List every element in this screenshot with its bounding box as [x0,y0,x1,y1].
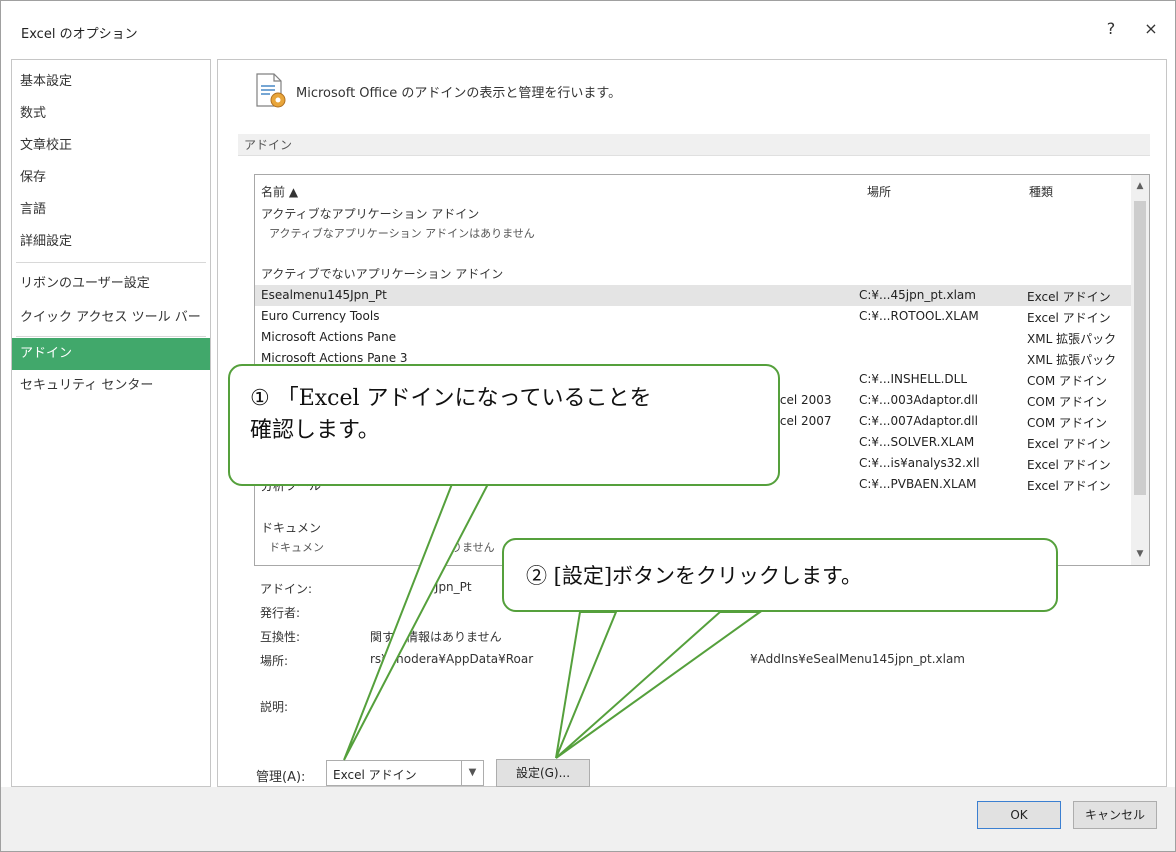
nav-item-save[interactable]: 保存 [12,162,210,194]
detail-publisher-label: 発行者: [260,606,301,620]
nav-item-formulas[interactable]: 数式 [12,98,210,130]
column-header-location[interactable]: 場所 [867,183,891,200]
list-item[interactable]: Esealmenu145Jpn_Pt C:¥...45jpn_pt.xlam E… [255,285,1131,306]
dialog-footer: OK キャンセル [1,787,1175,851]
scroll-thumb[interactable] [1134,201,1146,495]
manage-select[interactable]: Excel アドイン ▼ [326,760,484,786]
group-document-title: ドキュメン [261,521,322,535]
callout-2-text: ② [設定]ボタンをクリックします。 [526,564,862,588]
go-button[interactable]: 設定(G)... [496,759,590,787]
nav-item-proofing[interactable]: 文章校正 [12,130,210,162]
column-header-type[interactable]: 種類 [1029,183,1053,200]
detail-description-label: 説明: [260,700,289,714]
scroll-down-icon[interactable]: ▼ [1131,549,1149,559]
nav-divider [16,262,206,263]
manage-label: 管理(A): [256,770,306,785]
callout-click-settings: ② [設定]ボタンをクリックします。 [502,538,1058,612]
group-document-empty: ドキュメン [269,541,324,554]
list-item[interactable]: Euro Currency Tools C:¥...ROTOOL.XLAM Ex… [255,306,1131,327]
detail-location-label: 場所: [260,654,289,668]
manage-select-value: Excel アドイン [333,768,417,782]
nav-item-language[interactable]: 言語 [12,194,210,226]
nav-divider [16,336,206,337]
nav-item-trust-center[interactable]: セキュリティ センター [12,370,210,402]
nav-item-general[interactable]: 基本設定 [12,66,210,98]
list-item[interactable]: Microsoft Actions Pane XML 拡張パック [255,327,1131,348]
callout-check-excel-addin: ① 「Excel アドインになっていることを 確認します。 [228,364,780,486]
detail-addin-value: 145Jpn_Pt [412,580,472,594]
help-button[interactable]: ? [1099,19,1123,38]
chevron-down-icon[interactable]: ▼ [461,761,483,785]
group-active-title: アクティブなアプリケーション アドイン [261,207,480,221]
detail-location-tail: ¥AddIns¥eSealMenu145jpn_pt.xlam [750,652,965,666]
nav-item-addins[interactable]: アドイン [12,338,210,370]
callout-1-line1: ① 「Excel アドインになっていることを [250,386,652,411]
column-header-name[interactable]: 名前 ▲ [261,183,298,200]
close-button[interactable]: × [1139,19,1163,38]
ok-button[interactable]: OK [977,801,1061,829]
header-text: Microsoft Office のアドインの表示と管理を行います。 [296,86,622,101]
addins-header-icon [256,73,286,108]
group-document-empty-tail: りません [451,541,495,554]
section-title: アドイン [238,134,1150,156]
detail-addin-label: アドイン: [260,582,313,596]
group-active-empty: アクティブなアプリケーション アドインはありません [269,227,535,240]
nav-item-advanced[interactable]: 詳細設定 [12,226,210,258]
list-scrollbar[interactable]: ▲ ▼ [1131,175,1149,565]
title-bar: Excel のオプション ? × [1,1,1175,57]
callout-1-line2: 確認します。 [250,418,380,443]
detail-compat-value: 関する情報はありません [370,630,502,644]
nav-item-customize-ribbon[interactable]: リボンのユーザー設定 [12,268,210,300]
detail-compat-label: 互換性: [260,630,301,644]
window-title: Excel のオプション [21,27,138,42]
scroll-up-icon[interactable]: ▲ [1131,181,1149,191]
group-inactive-title: アクティブでないアプリケーション アドイン [261,267,504,281]
nav-item-quick-access-toolbar[interactable]: クイック アクセス ツール バー [12,302,210,334]
cancel-button[interactable]: キャンセル [1073,801,1157,829]
options-nav: 基本設定 数式 文章校正 保存 言語 詳細設定 リボンのユーザー設定 クイック … [11,59,211,787]
detail-location-value: rs¥onodera¥AppData¥Roar [370,652,534,666]
